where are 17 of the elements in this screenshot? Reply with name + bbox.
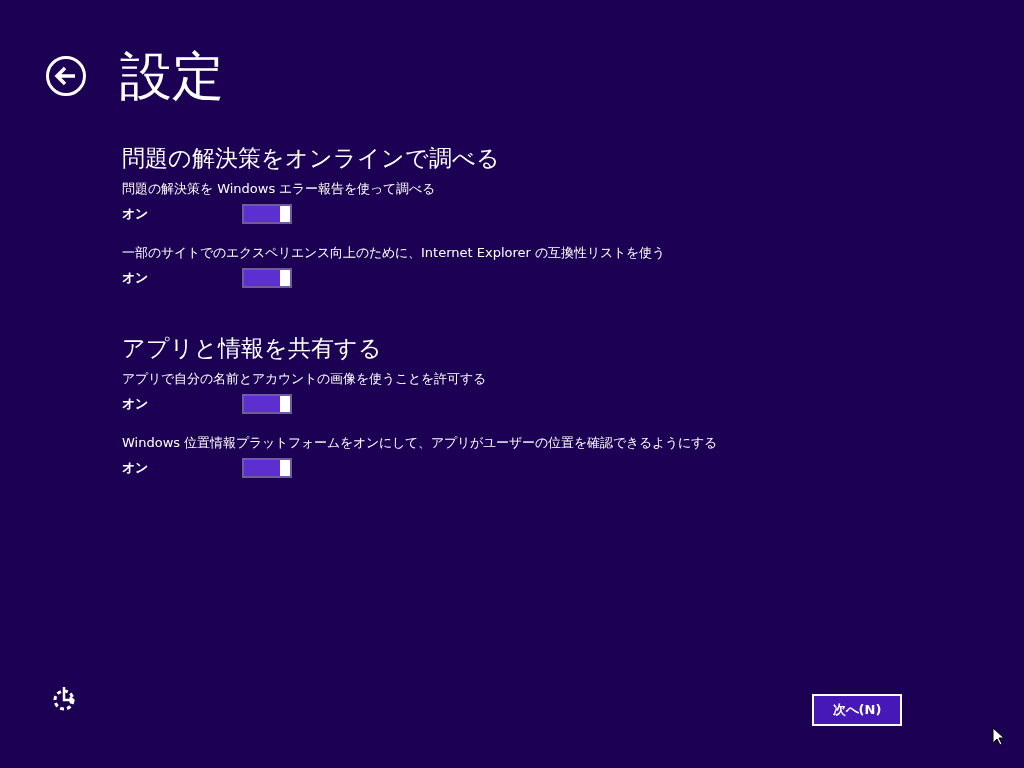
- page-title: 設定: [120, 45, 224, 108]
- setting-label: 問題の解決策を Windows エラー報告を使って調べる: [122, 180, 437, 198]
- next-button[interactable]: 次へ(N): [812, 694, 902, 726]
- toggle-switch[interactable]: [242, 268, 292, 288]
- toggle-switch[interactable]: [242, 458, 292, 478]
- setting-label: Windows 位置情報プラットフォームをオンにして、アプリがユーザーの位置を確認できるようにする: [122, 434, 719, 452]
- setting-label: 一部のサイトでのエクスペリエンス向上のために、Internet Explorer の互換性リストを使う: [122, 244, 666, 262]
- section-heading: アプリと情報を共有する: [122, 334, 383, 363]
- toggle-state-text: オン: [122, 395, 149, 414]
- toggle-state-text: オン: [122, 269, 149, 288]
- mouse-cursor-icon: [992, 727, 1004, 746]
- toggle-switch[interactable]: [242, 394, 292, 414]
- toggle-switch[interactable]: [242, 204, 292, 224]
- section-heading: 問題の解決策をオンラインで調べる: [122, 144, 501, 173]
- toggle-state-text: オン: [122, 205, 149, 224]
- setting-label: アプリで自分の名前とアカウントの画像を使うことを許可する: [122, 370, 487, 388]
- toggle-state-text: オン: [122, 459, 149, 478]
